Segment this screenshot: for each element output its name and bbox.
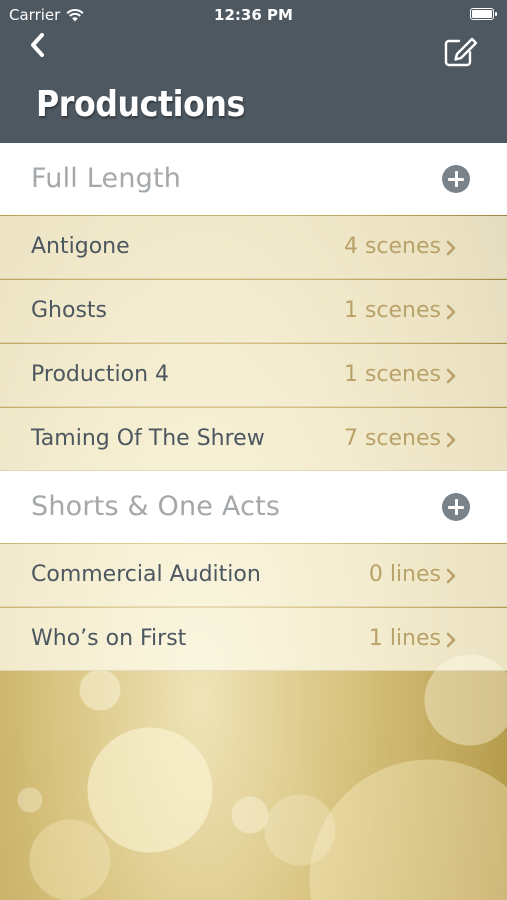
chevron-right-icon <box>446 368 456 384</box>
line-count: 1 lines <box>368 626 441 651</box>
production-name: Commercial Audition <box>31 562 261 587</box>
navigation-header: Carrier 12:36 PM Productions <box>0 0 507 143</box>
list-item[interactable]: Production 4 1 scenes <box>0 344 507 407</box>
chevron-right-icon <box>446 568 456 584</box>
list-item[interactable]: Commercial Audition 0 lines <box>0 544 507 607</box>
status-time: 12:36 PM <box>214 6 293 24</box>
production-name: Ghosts <box>31 298 108 323</box>
scene-count: 7 scenes <box>343 426 441 451</box>
chevron-right-icon <box>446 432 456 448</box>
scene-count: 4 scenes <box>343 234 441 259</box>
add-short-button[interactable] <box>442 493 470 521</box>
chevron-right-icon <box>446 632 456 648</box>
section-header-shorts-one-acts: Shorts & One Acts <box>0 471 507 543</box>
back-button[interactable] <box>22 30 52 60</box>
list-item[interactable]: Ghosts 1 scenes <box>0 280 507 343</box>
line-count: 0 lines <box>368 562 441 587</box>
list-item[interactable]: Antigone 4 scenes <box>0 216 507 279</box>
compose-icon <box>444 37 478 67</box>
production-name: Antigone <box>31 234 130 259</box>
section-title: Shorts & One Acts <box>31 491 281 522</box>
add-production-button[interactable] <box>442 165 470 193</box>
list-item[interactable]: Who’s on First 1 lines <box>0 608 507 671</box>
scene-count: 1 scenes <box>343 298 441 323</box>
production-name: Taming Of The Shrew <box>31 426 265 451</box>
chevron-left-icon <box>31 33 44 57</box>
chevron-right-icon <box>446 240 456 256</box>
status-bar: Carrier 12:36 PM <box>0 4 507 26</box>
scene-count: 1 scenes <box>343 362 441 387</box>
section-title: Full Length <box>31 163 182 194</box>
list-item[interactable]: Taming Of The Shrew 7 scenes <box>0 408 507 471</box>
production-name: Who’s on First <box>31 626 187 651</box>
battery-icon <box>470 8 497 20</box>
page-title: Productions <box>36 84 245 125</box>
edit-button[interactable] <box>443 36 479 68</box>
production-name: Production 4 <box>31 362 170 387</box>
section-header-full-length: Full Length <box>0 143 507 215</box>
chevron-right-icon <box>446 304 456 320</box>
